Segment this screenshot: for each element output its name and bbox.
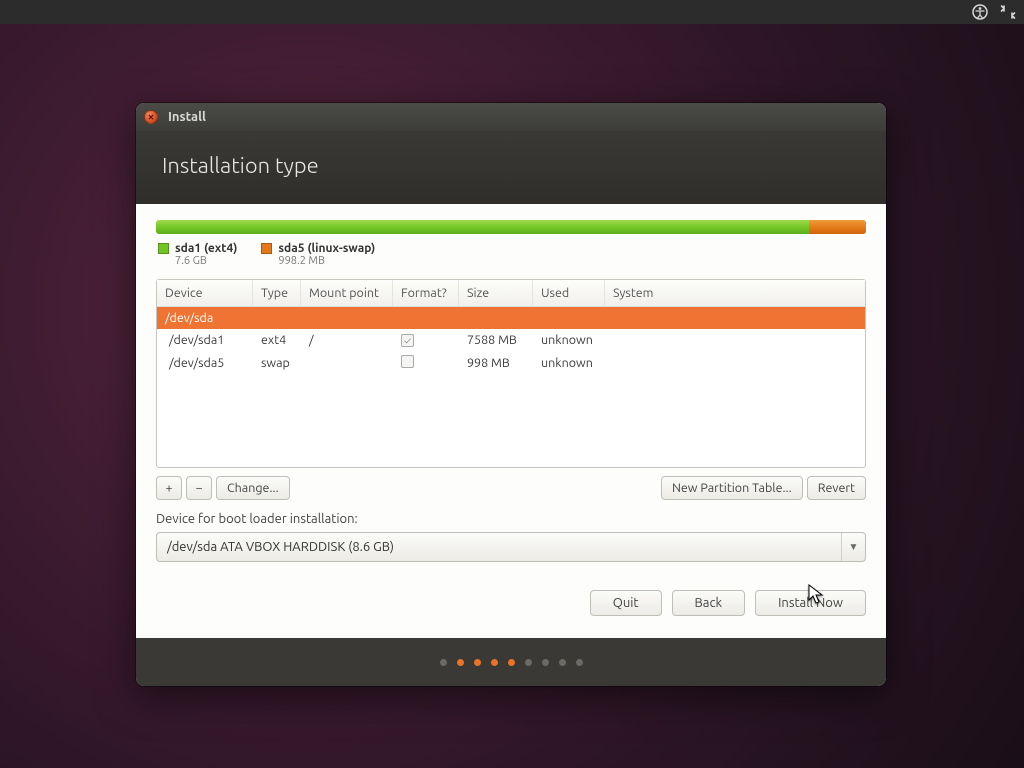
legend-size: 7.6 GB <box>175 255 237 267</box>
col-system[interactable]: System <box>605 280 865 306</box>
partition-toolbar: + − Change... New Partition Table... Rev… <box>156 476 866 500</box>
cell-device: /dev/sda1 <box>157 329 253 351</box>
step-pager <box>136 638 886 686</box>
cell-device: /dev/sda <box>157 307 253 329</box>
legend-item: sda1 (ext4) 7.6 GB <box>158 242 237 267</box>
cell-used: unknown <box>533 352 605 374</box>
cell-system <box>605 359 865 367</box>
cell-size: 998 MB <box>459 352 533 374</box>
disk-legend: sda1 (ext4) 7.6 GB sda5 (linux-swap) 998… <box>158 242 864 267</box>
cell-type: swap <box>253 352 301 374</box>
cell-type <box>253 314 301 322</box>
table-row[interactable]: /dev/sda <box>157 307 865 329</box>
cell-type: ext4 <box>253 329 301 351</box>
cell-used: unknown <box>533 329 605 351</box>
legend-swatch-icon <box>261 243 272 254</box>
table-body: /dev/sda /dev/sda1 ext4 / 7588 MB unknow… <box>157 307 865 467</box>
table-header: Device Type Mount point Format? Size Use… <box>157 280 865 307</box>
change-partition-button[interactable]: Change... <box>216 476 290 500</box>
boot-loader-select[interactable]: /dev/sda ATA VBOX HARDDISK (8.6 GB) ▼ <box>156 532 866 562</box>
chevron-down-icon: ▼ <box>841 533 865 561</box>
checkbox-icon <box>401 355 414 368</box>
new-partition-table-button[interactable]: New Partition Table... <box>661 476 803 500</box>
cell-size <box>459 314 533 322</box>
close-icon[interactable] <box>144 110 158 124</box>
boot-loader-label: Device for boot loader installation: <box>156 512 866 526</box>
cell-system <box>605 314 865 322</box>
legend-name: sda5 (linux-swap) <box>278 242 375 255</box>
disk-segment-sda5 <box>809 220 866 234</box>
back-button[interactable]: Back <box>672 590 746 616</box>
partition-table[interactable]: Device Type Mount point Format? Size Use… <box>156 279 866 468</box>
network-icon[interactable] <box>1000 4 1016 20</box>
disk-usage-bar <box>156 218 866 234</box>
cell-device: /dev/sda5 <box>157 352 253 374</box>
legend-item: sda5 (linux-swap) 998.2 MB <box>261 242 375 267</box>
boot-loader-selected: /dev/sda ATA VBOX HARDDISK (8.6 GB) <box>157 540 404 554</box>
legend-swatch-icon <box>158 243 169 254</box>
pager-dot <box>440 659 447 666</box>
col-size[interactable]: Size <box>459 280 533 306</box>
cell-format[interactable] <box>393 351 459 375</box>
cell-size: 7588 MB <box>459 329 533 351</box>
cell-mount: / <box>301 329 393 351</box>
col-format[interactable]: Format? <box>393 280 459 306</box>
pager-dot <box>474 659 481 666</box>
accessibility-icon[interactable] <box>972 4 988 20</box>
legend-name: sda1 (ext4) <box>175 242 237 255</box>
pager-dot <box>559 659 566 666</box>
install-now-button[interactable]: Install Now <box>755 590 866 616</box>
legend-size: 998.2 MB <box>278 255 375 267</box>
revert-button[interactable]: Revert <box>807 476 866 500</box>
col-type[interactable]: Type <box>253 280 301 306</box>
pager-dot <box>525 659 532 666</box>
cell-format[interactable] <box>393 329 459 351</box>
content-area: sda1 (ext4) 7.6 GB sda5 (linux-swap) 998… <box>136 204 886 638</box>
desktop-topbar <box>0 0 1024 24</box>
window-title: Install <box>168 110 206 124</box>
window-titlebar: Install <box>136 103 886 131</box>
col-device[interactable]: Device <box>157 280 253 306</box>
cell-system <box>605 336 865 344</box>
cell-mount <box>301 314 393 322</box>
pager-dot <box>457 659 464 666</box>
pager-dot <box>508 659 515 666</box>
pager-dot <box>542 659 549 666</box>
cell-mount <box>301 359 393 367</box>
checkbox-icon <box>401 334 414 347</box>
wizard-buttons: Quit Back Install Now <box>156 590 866 616</box>
add-partition-button[interactable]: + <box>156 476 182 500</box>
cell-used <box>533 314 605 322</box>
pager-dot <box>576 659 583 666</box>
table-row[interactable]: /dev/sda1 ext4 / 7588 MB unknown <box>157 329 865 351</box>
quit-button[interactable]: Quit <box>590 590 662 616</box>
cell-format <box>393 314 459 322</box>
installer-window: Install Installation type sda1 (ext4) 7.… <box>136 103 886 686</box>
col-mount[interactable]: Mount point <box>301 280 393 306</box>
page-title: Installation type <box>136 131 886 204</box>
table-row[interactable]: /dev/sda5 swap 998 MB unknown <box>157 351 865 375</box>
pager-dot <box>491 659 498 666</box>
col-used[interactable]: Used <box>533 280 605 306</box>
remove-partition-button[interactable]: − <box>186 476 212 500</box>
disk-segment-sda1 <box>156 220 809 234</box>
